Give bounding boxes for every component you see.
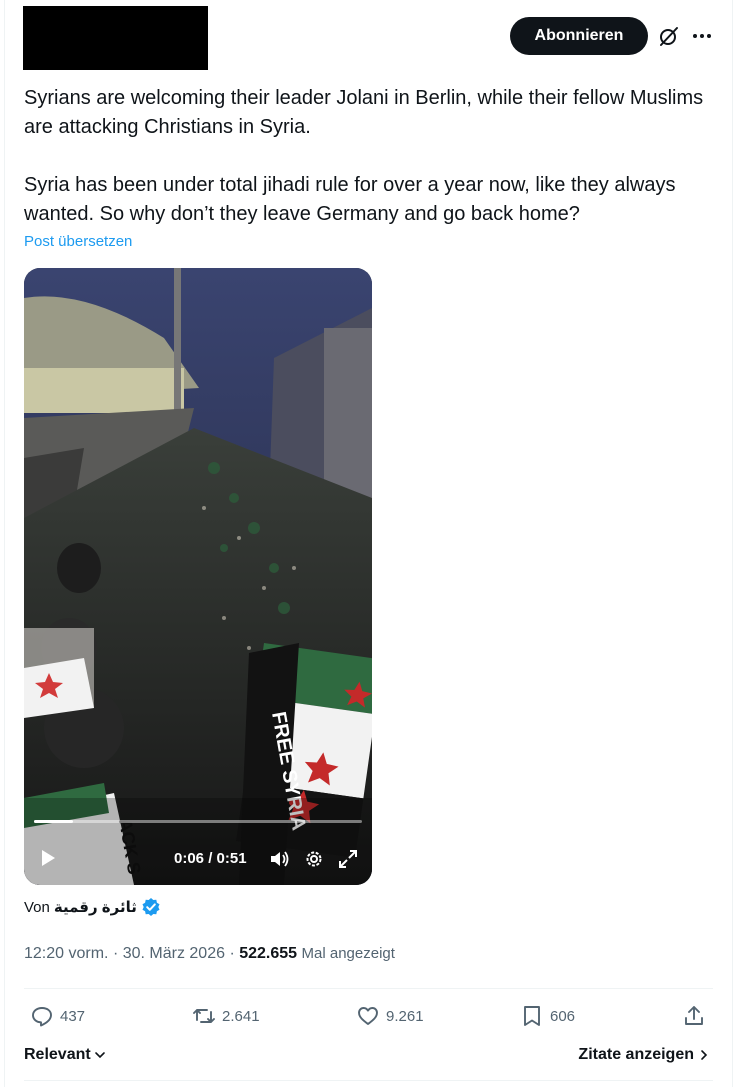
source-author[interactable]: ثائرة رقمية xyxy=(54,898,137,916)
fullscreen-icon[interactable] xyxy=(337,848,359,870)
grok-icon[interactable] xyxy=(657,24,681,48)
like-count: 9.261 xyxy=(386,1007,424,1025)
reply-button[interactable]: 437 xyxy=(30,1004,85,1028)
play-icon[interactable] xyxy=(38,848,58,868)
like-button[interactable]: 9.261 xyxy=(356,1004,424,1028)
sort-dropdown[interactable]: Relevant xyxy=(24,1046,107,1064)
divider xyxy=(24,1080,713,1081)
reply-icon xyxy=(32,1007,52,1027)
video-progress-bar[interactable] xyxy=(34,820,362,823)
quotes-label: Zitate anzeigen xyxy=(578,1046,694,1063)
chevron-right-icon xyxy=(701,1050,708,1060)
heart-icon xyxy=(358,1007,378,1025)
tweet-date[interactable]: 30. März 2026 xyxy=(123,945,225,962)
tweet-time[interactable]: 12:20 vorm. xyxy=(24,945,108,962)
sort-label: Relevant xyxy=(24,1046,91,1063)
translate-link[interactable]: Post übersetzen xyxy=(24,233,132,250)
source-attribution: Von ثائرة رقمية xyxy=(24,897,161,917)
tweet-meta: 12:20 vorm. · 30. März 2026 · 522.655 Ma… xyxy=(24,945,395,962)
divider xyxy=(24,988,713,989)
volume-icon[interactable] xyxy=(268,848,290,870)
bookmark-icon xyxy=(524,1006,540,1026)
view-count-label: Mal angezeigt xyxy=(301,945,395,962)
bookmark-count: 606 xyxy=(550,1007,576,1025)
source-prefix: Von xyxy=(24,898,50,916)
chevron-down-icon xyxy=(94,1052,105,1059)
verified-badge-icon xyxy=(142,898,160,916)
more-icon[interactable] xyxy=(690,24,714,48)
video-frame: FREE SYRIA ACK S xyxy=(24,268,372,885)
tweet-paragraph: Syria has been under total jihadi rule f… xyxy=(24,174,676,225)
subscribe-button[interactable]: Abonnieren xyxy=(510,17,648,55)
bookmark-button[interactable]: 606 xyxy=(520,1004,575,1028)
view-count: 522.655 xyxy=(239,945,298,962)
video-player[interactable]: FREE SYRIA ACK S 0:06 / 0:51 xyxy=(24,268,372,885)
tweet-body: Syrians are welcoming their leader Jolan… xyxy=(24,84,724,229)
reply-count: 437 xyxy=(60,1007,86,1025)
repost-icon xyxy=(193,1009,215,1023)
settings-icon[interactable] xyxy=(303,848,325,870)
share-icon[interactable] xyxy=(682,1004,706,1028)
redacted-author-block xyxy=(23,6,208,70)
tweet-paragraph: Syrians are welcoming their leader Jolan… xyxy=(24,87,704,138)
show-quotes-link[interactable]: Zitate anzeigen xyxy=(578,1046,710,1064)
video-time: 0:06 / 0:51 xyxy=(174,850,247,867)
repost-count: 2.641 xyxy=(222,1007,260,1025)
video-progress-fill xyxy=(34,820,74,823)
repost-button[interactable]: 2.641 xyxy=(192,1004,260,1028)
